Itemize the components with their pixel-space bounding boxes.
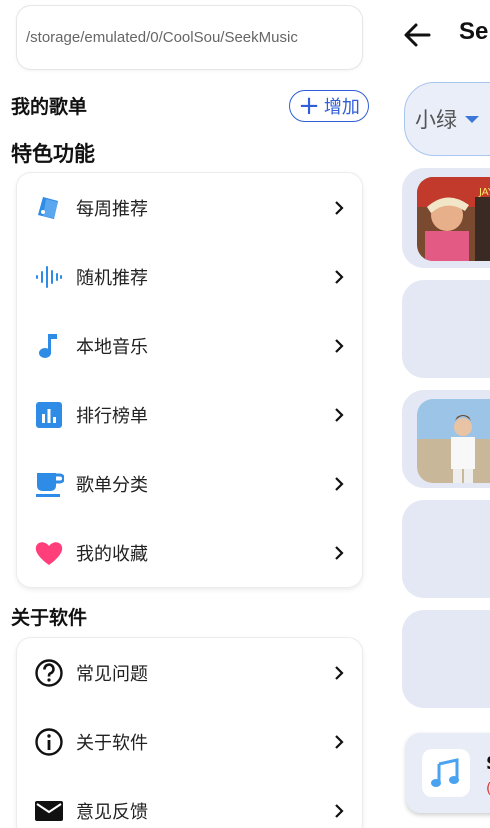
mail-icon (34, 796, 64, 826)
song-list-item[interactable] (402, 610, 490, 708)
about-item-label: 关于软件 (76, 732, 148, 754)
chevron-right-icon (335, 734, 344, 749)
info-icon (34, 727, 64, 757)
features-heading: 特色功能 (11, 142, 95, 166)
back-arrow-icon[interactable] (402, 20, 432, 50)
feature-item-charts[interactable]: 排行榜单 (17, 380, 362, 449)
add-playlist-label: 增加 (323, 97, 360, 118)
bar-chart-icon (34, 400, 64, 430)
source-dropdown[interactable]: 小绿 (404, 82, 490, 156)
feature-item-label: 随机推荐 (76, 267, 148, 289)
plus-icon: + (298, 91, 320, 121)
feature-item-favorites[interactable]: 我的收藏 (17, 518, 362, 587)
storage-path-text: /storage/emulated/0/CoolSou/SeekMusic (26, 29, 298, 46)
feature-item-label: 排行榜单 (76, 405, 148, 427)
album-cover-image (417, 399, 490, 483)
chevron-right-icon (335, 665, 344, 680)
about-card: 常见问题 关于软件 意见反馈 (17, 638, 362, 828)
feature-item-categories[interactable]: 歌单分类 (17, 449, 362, 518)
song-list-item[interactable] (402, 280, 490, 378)
storage-path-field[interactable]: /storage/emulated/0/CoolSou/SeekMusic (17, 6, 362, 69)
player-track-title: S (486, 753, 490, 774)
page-title: Se (459, 18, 489, 45)
feature-item-random[interactable]: 随机推荐 (17, 242, 362, 311)
chevron-right-icon (335, 476, 344, 491)
player-track-subtitle: ( (486, 781, 490, 797)
svg-text:JAY: JAY (478, 187, 490, 198)
heart-icon (34, 538, 64, 568)
sound-wave-icon (34, 262, 64, 292)
add-playlist-button[interactable]: + 增加 (289, 90, 369, 122)
question-icon (34, 658, 64, 688)
song-list-item[interactable] (402, 500, 490, 598)
mini-player[interactable]: S ( (406, 733, 490, 813)
dropdown-value: 小绿 (415, 108, 457, 132)
cup-icon (34, 469, 64, 499)
chevron-right-icon (335, 407, 344, 422)
song-list-item[interactable] (402, 390, 490, 488)
music-note-icon (34, 331, 64, 361)
player-artwork (422, 749, 470, 797)
about-item-faq[interactable]: 常见问题 (17, 638, 362, 707)
about-heading: 关于软件 (11, 607, 88, 629)
feature-item-label: 每周推荐 (76, 198, 148, 220)
about-item-feedback[interactable]: 意见反馈 (17, 776, 362, 828)
about-item-label: 意见反馈 (76, 801, 148, 823)
chevron-right-icon (335, 803, 344, 818)
chevron-right-icon (335, 545, 344, 560)
chevron-right-icon (335, 269, 344, 284)
music-notes-icon (431, 758, 459, 787)
feature-item-label: 本地音乐 (76, 336, 148, 358)
chevron-right-icon (335, 338, 344, 353)
chevron-right-icon (335, 200, 344, 215)
feature-item-local-music[interactable]: 本地音乐 (17, 311, 362, 380)
my-playlists-heading: 我的歌单 (11, 96, 88, 118)
album-cover-image: JAY (417, 177, 490, 261)
feature-item-label: 我的收藏 (76, 543, 148, 565)
feature-item-label: 歌单分类 (76, 474, 148, 496)
about-item-label: 常见问题 (76, 663, 148, 685)
navigation-drawer: /storage/emulated/0/CoolSou/SeekMusic 我的… (0, 0, 378, 828)
background-page: Se 小绿 JAY (378, 0, 490, 828)
song-list-item[interactable]: JAY (402, 168, 490, 268)
features-card: 每周推荐 随机推荐 本地音乐 排行榜单 歌单分类 我的收藏 (17, 173, 362, 587)
feature-item-weekly[interactable]: 每周推荐 (17, 173, 362, 242)
caret-down-icon (465, 115, 479, 123)
tag-icon (34, 193, 64, 223)
about-item-about[interactable]: 关于软件 (17, 707, 362, 776)
